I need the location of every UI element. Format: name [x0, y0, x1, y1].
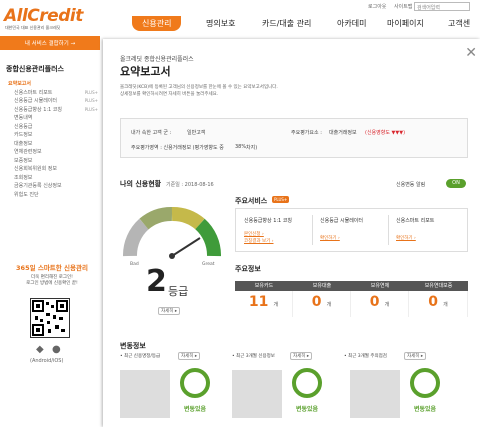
service-combine-button[interactable]: 내 서비스 결합하기 →	[0, 36, 100, 50]
sidebar-item[interactable]: 신용스마트 리포트 PLUS+	[8, 89, 98, 98]
change-label-1: • 최근 신용명정/등급	[120, 354, 161, 359]
sidebar-item[interactable]: 대출정보	[8, 140, 98, 149]
sidebar-item[interactable]: 신용등급 시뮬레이터 PLUS+	[8, 97, 98, 106]
apple-icon: ●	[52, 344, 61, 355]
gnb-support[interactable]: 고객센	[448, 18, 470, 29]
sidebar-item[interactable]: 보증정보	[8, 157, 98, 166]
gnb-credit[interactable]: 신용관리	[132, 16, 182, 31]
service-report-label: 신용스마트 리포트	[396, 218, 435, 224]
sidebar-item[interactable]: 카드정보	[8, 131, 98, 140]
change-card-1: 변동있음	[120, 362, 230, 418]
global-nav: 신용관리 명의보호 카드/대출 관리 아카데미 마이페이지 고객센	[132, 12, 480, 34]
modal-subtitle: 올크레딧 종합신용관리플러스	[120, 56, 194, 63]
sidebar-item[interactable]: 신용회복위원회 정보	[8, 165, 98, 174]
service-coaching-label: 신용등급향상 1:1 코칭	[244, 218, 293, 224]
card-divider	[388, 215, 389, 245]
credit-grade-unit: 등급	[168, 285, 189, 298]
app-platform-label: (Android/iOS)	[30, 358, 64, 364]
gnb-identity[interactable]: 명의보호	[206, 18, 235, 29]
main-factor-label: 주요평가요소 :	[291, 130, 322, 136]
coaching-result-link[interactable]: 코칭결과 보기 ›	[244, 238, 274, 244]
sidebar-item[interactable]: 요약보고서	[8, 80, 98, 89]
simulator-link[interactable]: 확인하기 ›	[320, 235, 340, 241]
sidebar-item[interactable]: 금융기관등록 신상정보	[8, 182, 98, 191]
change-detail-button-1[interactable]: 자세히 ▸	[178, 352, 201, 360]
change-chart-placeholder	[350, 370, 400, 418]
sidebar-item[interactable]: 신용등급	[8, 123, 98, 132]
change-label-3: • 최근 3개월 주의점검	[344, 354, 387, 359]
logout-link[interactable]: 로그아웃	[368, 3, 386, 10]
qr-code	[30, 298, 70, 338]
change-status-label: 변동있음	[183, 406, 207, 413]
col-header-delinquency: 보유연체	[351, 281, 409, 291]
logo-tagline: 대한민국 대표 신용관리 올크레딧	[5, 25, 61, 30]
credit-detail-button[interactable]: 자세히 ▸	[158, 307, 181, 315]
report-link[interactable]: 확인하기 ›	[396, 235, 416, 241]
page-title: 요약보고서	[120, 65, 171, 78]
app-promo: 365일 스마트한 신용관리 더욱 편리해진 로그인! 로그인 방법에 신용확인…	[8, 262, 96, 286]
gnb-academy[interactable]: 아카데미	[337, 18, 366, 29]
android-icon: ◆	[36, 344, 44, 355]
area-label: 주요평가영역 : 신용거래정보 (평가영향도 중	[131, 145, 224, 151]
promo-line2: 로그인 방법에 신용확인 끝!	[26, 281, 78, 286]
sidebar-item[interactable]: 변동내역	[8, 114, 98, 123]
delinquency-count-cell[interactable]: 0 개	[351, 291, 409, 317]
promo-title: 365일 스마트한 신용관리	[16, 264, 88, 272]
credit-date: 기준일 : 2018-08-16	[166, 182, 214, 188]
customer-group-label: 내가 속한 고객 군 :	[131, 130, 172, 136]
change-status-ring	[410, 368, 440, 398]
logo[interactable]: AllCredit	[4, 6, 83, 26]
change-info-title: 변동정보	[120, 342, 146, 350]
sidebar-title: 종합신용관리플러스	[6, 65, 64, 73]
plus-badge: PLUS+	[272, 196, 290, 203]
search-input[interactable]: 검색어입력	[414, 2, 470, 11]
change-status-label: 변동있음	[413, 406, 437, 413]
credit-gauge	[123, 207, 221, 259]
services-title: 주요서비스	[235, 197, 268, 205]
guarantee-count-cell[interactable]: 0 개	[409, 291, 468, 317]
col-header-cards: 보유카드	[235, 281, 293, 291]
gauge-great-label: Great	[202, 262, 215, 267]
main-info-title: 주요정보	[235, 265, 261, 273]
sidebar-item[interactable]: 위험도 진단	[8, 191, 98, 200]
credit-grade-number: 2	[146, 264, 167, 299]
sidebar-item[interactable]: 연체관련정보	[8, 148, 98, 157]
change-status-ring	[292, 368, 322, 398]
sitemap-link[interactable]: 사이트맵	[394, 3, 412, 10]
alert-toggle[interactable]: ON	[446, 179, 466, 188]
main-factor-value: 대출거래정보	[329, 130, 357, 136]
change-chart-placeholder	[232, 370, 282, 418]
sidebar-menu: 요약보고서 신용스마트 리포트 PLUS+ 신용등급 시뮬레이터 PLUS+ 신용등…	[8, 80, 98, 199]
modal-description: 올크레딧(KCB)에 등록된 고객님의 신용정보를 한눈에 볼 수 있는 요약보…	[120, 85, 278, 97]
credit-status-title: 나의 신용현황	[120, 180, 162, 188]
change-card-3: 변동있음	[350, 362, 460, 418]
change-status-label: 변동있음	[295, 406, 319, 413]
main-factor-impact: (신용영향도 ▼▼▼)	[365, 130, 406, 136]
coaching-apply-link[interactable]: 본인신청 ›	[244, 231, 264, 237]
credit-alert-label: 신용변동 알림	[396, 182, 426, 188]
gnb-mypage[interactable]: 마이페이지	[387, 18, 424, 29]
cards-count-cell[interactable]: 11 개	[235, 291, 293, 317]
sidebar-item[interactable]: 조회정보	[8, 174, 98, 183]
sidebar-item[interactable]: 신용등급향상 1:1 코칭 PLUS+	[8, 106, 98, 115]
services-cards: 신용등급향상 1:1 코칭 본인신청 › 코칭결과 보기 › 신용등급 시뮬레이…	[235, 208, 468, 252]
customer-group-value: 일반고객	[187, 130, 206, 136]
col-header-guarantee: 보유연대보증	[409, 281, 468, 291]
change-chart-placeholder	[120, 370, 170, 418]
change-detail-button-3[interactable]: 자세히 ▸	[404, 352, 427, 360]
service-simulator-label: 신용등급 시뮬레이터	[320, 218, 363, 224]
evaluation-info-box: 내가 속한 고객 군 : 일반고객 주요평가요소 : 대출거래정보 (신용영향도…	[120, 118, 468, 158]
col-header-loans: 보유대출	[293, 281, 351, 291]
change-detail-button-2[interactable]: 자세히 ▸	[290, 352, 313, 360]
gauge-bad-label: Bad	[130, 262, 139, 267]
close-icon[interactable]: ✕	[465, 45, 477, 61]
gnb-card-loan[interactable]: 카드/대출 관리	[262, 18, 311, 29]
area-suffix: 차지)	[246, 145, 258, 151]
change-card-2: 변동있음	[232, 362, 342, 418]
area-percent: 38%	[235, 144, 247, 150]
card-divider	[312, 215, 313, 245]
change-label-2: • 최근 3개월 신용정보	[232, 354, 275, 359]
change-status-ring	[180, 368, 210, 398]
loans-count-cell[interactable]: 0 개	[293, 291, 351, 317]
